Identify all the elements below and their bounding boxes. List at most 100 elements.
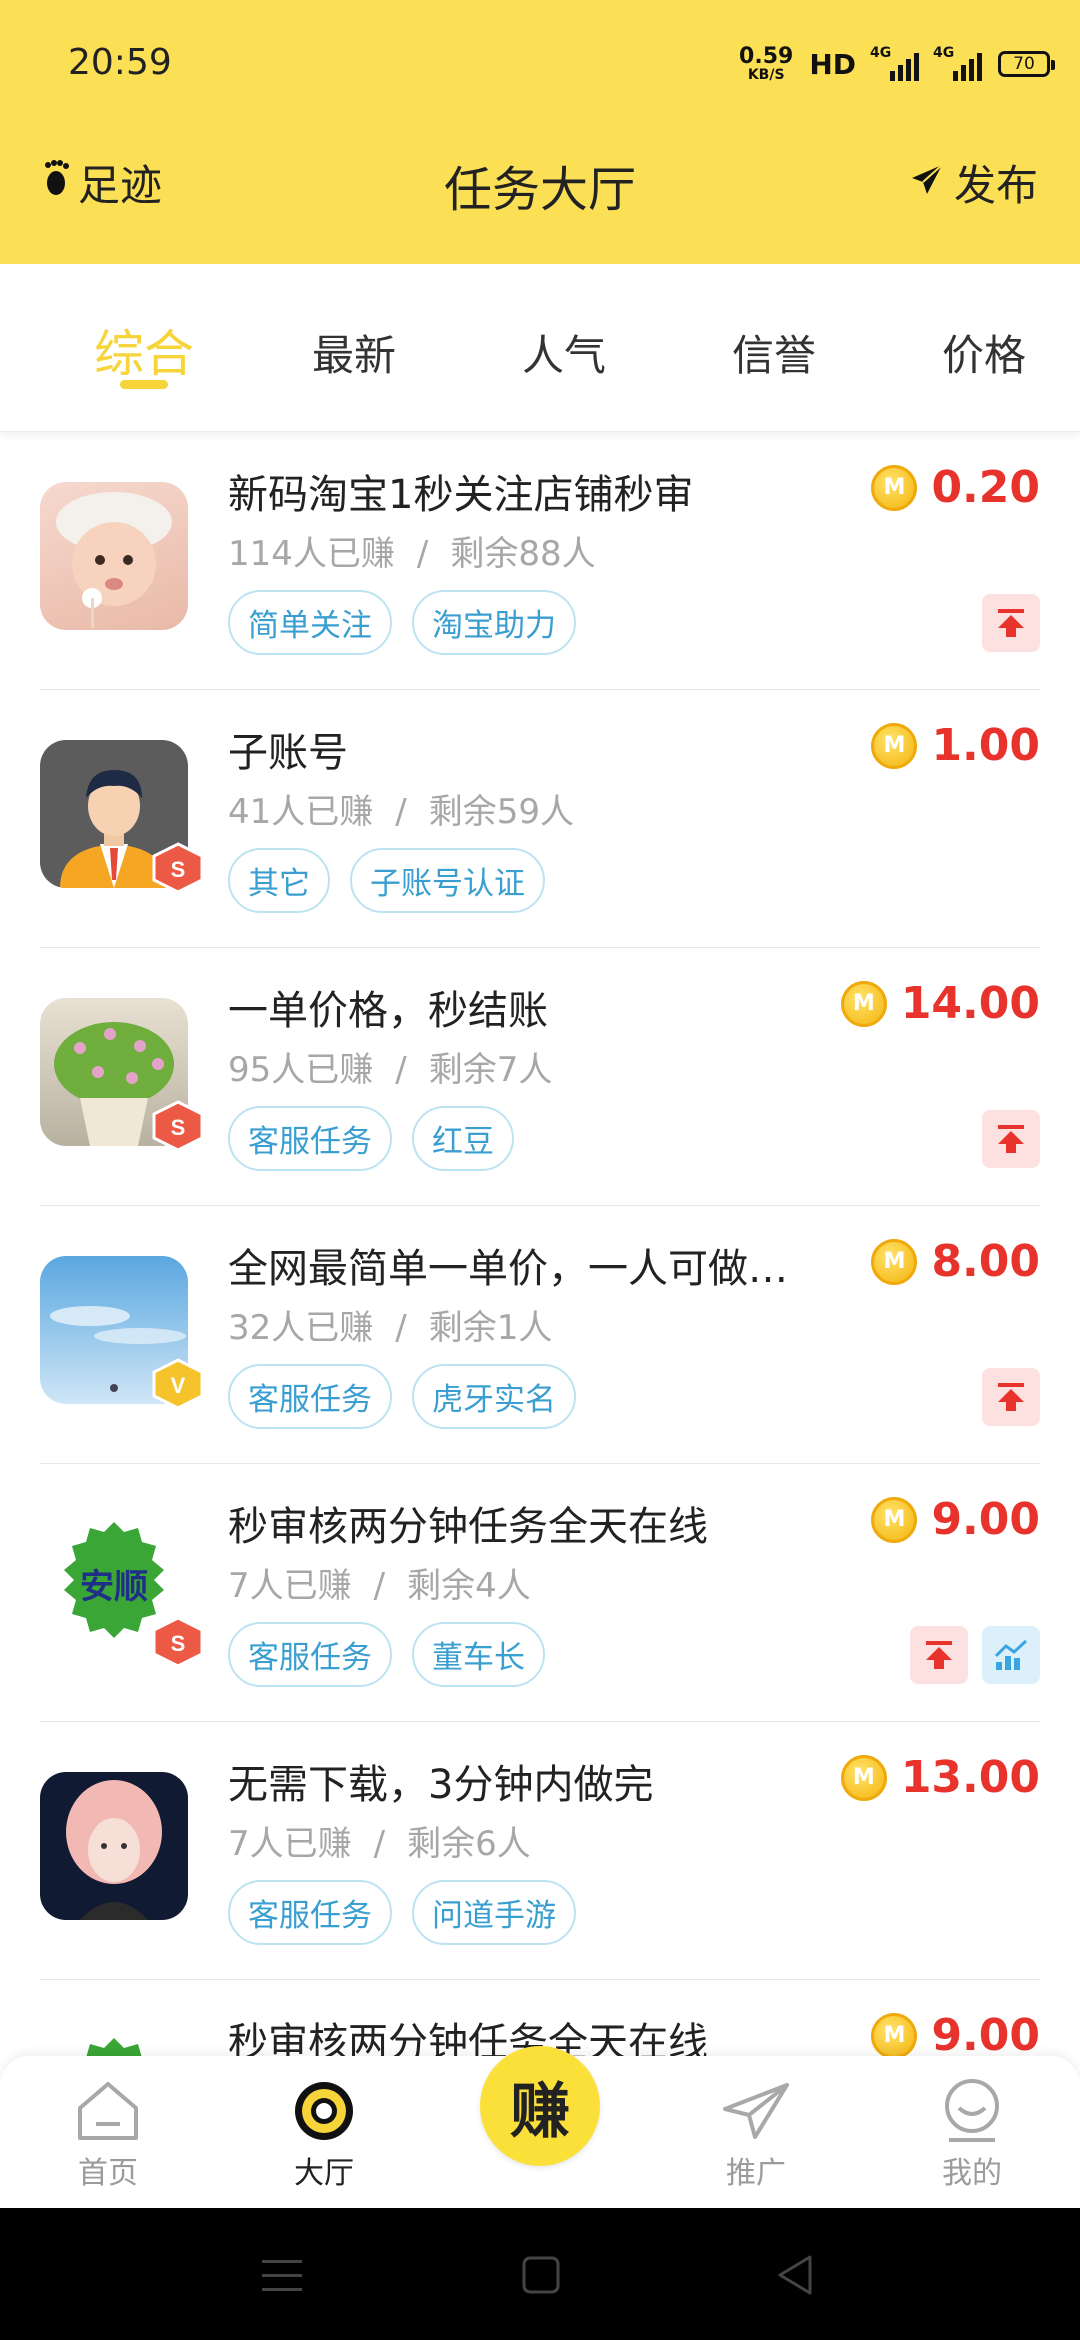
task-title: 秒审核两分钟任务全天在线	[228, 1504, 708, 1550]
battery-icon: 70	[998, 51, 1055, 77]
menu-icon[interactable]	[262, 2258, 302, 2298]
tab-comprehensive[interactable]: 综合	[74, 314, 214, 386]
vip-badge-icon: V	[150, 1358, 206, 1410]
task-stats: 7人已赚 / 剩余6人	[228, 1816, 531, 1865]
stats-separator: /	[395, 792, 407, 832]
earned-count: 7人已赚	[228, 1824, 352, 1864]
pin-top-icon[interactable]	[982, 1368, 1040, 1426]
badge-letter: S	[171, 857, 186, 882]
task-actions	[982, 594, 1040, 652]
nav-me-label: 我的	[942, 2156, 1002, 2191]
task-item[interactable]: 无需下载，3分钟内做完 7人已赚 / 剩余6人 客服任务 问道手游 M 13.00	[40, 1722, 1040, 1980]
remaining-count: 剩余4人	[407, 1566, 531, 1606]
avatar	[40, 482, 188, 630]
task-price: M 0.20	[871, 462, 1040, 513]
price-amount: 9.00	[931, 2010, 1040, 2061]
nav-promote-label: 推广	[726, 2156, 786, 2191]
nav-home[interactable]: 首页	[38, 2074, 178, 2192]
task-tag: 董车长	[412, 1622, 545, 1687]
tab-popularity[interactable]: 人气	[494, 322, 634, 383]
stats-separator: /	[416, 534, 429, 574]
task-item[interactable]: 新码淘宝1秒关注店铺秒审 114人已赚 / 剩余88人 简单关注 淘宝助力 M 0.…	[40, 432, 1040, 690]
active-tab-indicator	[120, 380, 168, 389]
pin-top-icon[interactable]	[982, 1110, 1040, 1168]
publish-button[interactable]: 发布	[910, 152, 1038, 213]
task-title: 子账号	[228, 730, 348, 776]
task-tag: 子账号认证	[350, 848, 545, 913]
badge-letter: S	[171, 1631, 186, 1656]
task-price: M 9.00	[871, 2010, 1040, 2061]
tab-reputation[interactable]: 信誉	[704, 322, 844, 383]
earned-count: 41人已赚	[228, 792, 374, 832]
task-tag: 虎牙实名	[412, 1364, 576, 1429]
paper-plane-icon	[686, 2074, 826, 2148]
task-list: 新码淘宝1秒关注店铺秒审 114人已赚 / 剩余88人 简单关注 淘宝助力 M 0.…	[0, 432, 1080, 2238]
remaining-count: 剩余59人	[428, 792, 574, 832]
task-title: 一单价格，秒结账	[228, 988, 548, 1034]
task-item[interactable]: S 一单价格，秒结账 95人已赚 / 剩余7人 客服任务 红豆 M 14.00	[40, 948, 1040, 1206]
task-tag: 简单关注	[228, 590, 392, 655]
nav-hall-label: 大厅	[294, 2156, 354, 2191]
stats-separator: /	[373, 1824, 386, 1864]
remaining-count: 剩余88人	[450, 534, 596, 574]
task-item[interactable]: S 子账号 41人已赚 / 剩余59人 其它 子账号认证 M 1.00	[40, 690, 1040, 948]
nav-me[interactable]: 我的	[902, 2074, 1042, 2192]
battery-level: 70	[1013, 54, 1035, 74]
remaining-count: 剩余6人	[407, 1824, 531, 1864]
remaining-count: 剩余1人	[428, 1308, 553, 1348]
coin-icon: M	[871, 1496, 918, 1543]
stats-separator: /	[395, 1308, 407, 1348]
promote-chart-icon[interactable]	[982, 1626, 1040, 1684]
task-item[interactable]: 安顺 S 秒审核两分钟任务全天在线 7人已赚 / 剩余4人 客服任务 董车长 M 9…	[40, 1464, 1040, 1722]
earned-count: 7人已赚	[228, 1566, 352, 1606]
task-price: M 13.00	[840, 1752, 1040, 1803]
back-icon[interactable]	[776, 2254, 814, 2300]
nav-promote[interactable]: 推广	[686, 2074, 826, 2192]
price-amount: 0.20	[931, 462, 1040, 513]
signal-label: 4G	[933, 45, 955, 61]
signal-label: 4G	[870, 45, 892, 61]
task-tag: 红豆	[412, 1106, 514, 1171]
task-price: M 8.00	[871, 1236, 1040, 1287]
tab-price[interactable]: 价格	[914, 322, 1054, 383]
hd-icon: HD	[809, 47, 856, 81]
task-stats: 32人已赚 / 剩余1人	[228, 1300, 552, 1349]
task-stats: 114人已赚 / 剩余88人	[228, 526, 596, 575]
task-title: 全网最简单一单价，一人可做…	[228, 1246, 788, 1292]
earn-button[interactable]: 赚	[480, 2046, 600, 2166]
badge-letter: S	[171, 1115, 186, 1140]
task-tags: 客服任务 问道手游	[228, 1880, 576, 1945]
header-bar: 20:59 0.59 KB/S HD 4G 4G 70 足迹 任务大厅 发布	[0, 0, 1080, 264]
earned-count: 95人已赚	[228, 1050, 374, 1090]
home-icon	[38, 2074, 178, 2148]
task-tag: 客服任务	[228, 1364, 392, 1429]
task-tags: 简单关注 淘宝助力	[228, 590, 576, 655]
profile-icon	[902, 2074, 1042, 2148]
price-amount: 9.00	[931, 1494, 1040, 1545]
task-tag: 其它	[228, 848, 330, 913]
pin-top-icon[interactable]	[910, 1626, 968, 1684]
system-nav-bar	[0, 2208, 1080, 2340]
task-item[interactable]: V 全网最简单一单价，一人可做… 32人已赚 / 剩余1人 客服任务 虎牙实名 M …	[40, 1206, 1040, 1464]
signal-icon: 4G	[933, 45, 982, 81]
coin-icon: M	[871, 1238, 918, 1285]
price-amount: 1.00	[931, 720, 1040, 771]
task-tags: 客服任务 董车长	[228, 1622, 545, 1687]
avatar	[40, 1772, 188, 1920]
task-stats: 7人已赚 / 剩余4人	[228, 1558, 531, 1607]
send-icon	[910, 158, 944, 207]
remaining-count: 剩余7人	[428, 1050, 553, 1090]
pin-top-icon[interactable]	[982, 594, 1040, 652]
nav-home-label: 首页	[78, 2156, 138, 2191]
home-square-icon[interactable]	[522, 2256, 560, 2298]
filter-tabs: 综合 最新 人气 信誉 价格	[0, 264, 1080, 432]
price-amount: 8.00	[931, 1236, 1040, 1287]
task-title: 新码淘宝1秒关注店铺秒审	[228, 472, 694, 518]
task-tags: 客服任务 红豆	[228, 1106, 514, 1171]
price-amount: 14.00	[900, 978, 1040, 1029]
task-actions	[982, 1110, 1040, 1168]
bottom-nav: 首页 大厅 赚 推广 我的	[0, 2046, 1080, 2208]
nav-hall[interactable]: 大厅	[254, 2074, 394, 2192]
task-tag: 客服任务	[228, 1622, 392, 1687]
tab-newest[interactable]: 最新	[284, 322, 424, 383]
